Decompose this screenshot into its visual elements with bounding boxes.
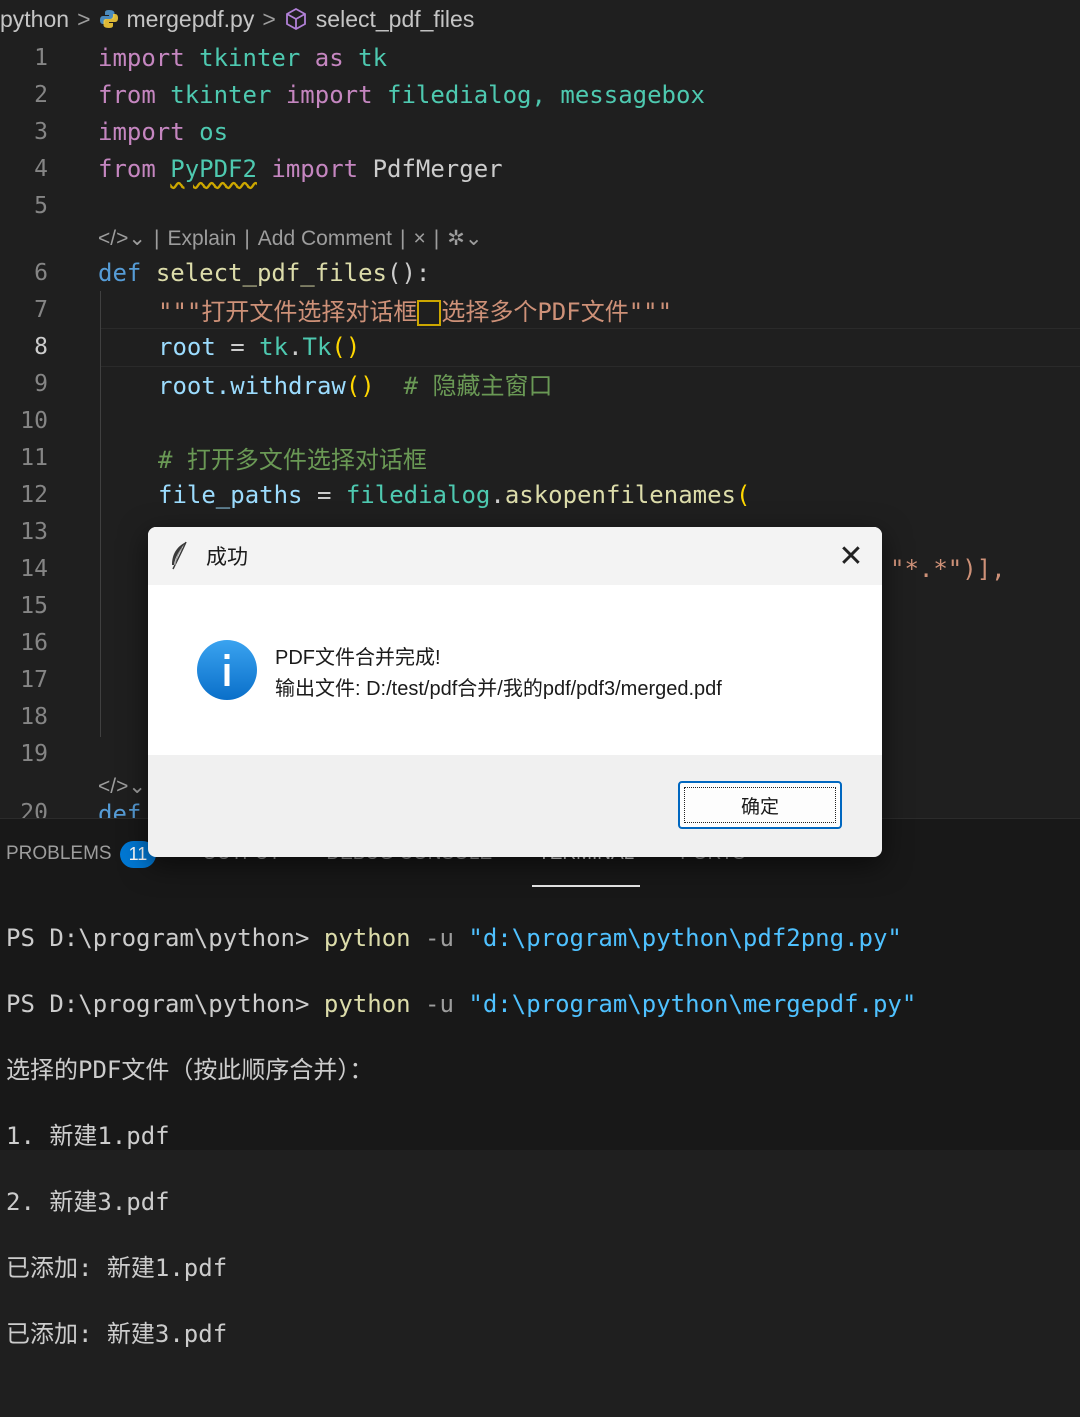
copilot-icon[interactable]: ✲⌄ — [447, 226, 482, 251]
success-dialog: 成功 ✕ PDF文件合并完成! 输出文件: D:/test/pdf合并/我的pd… — [148, 527, 882, 857]
codelens-bar: </>⌄ | Explain | Add Comment | × | ✲⌄ — [98, 226, 483, 251]
codelens-explain[interactable]: Explain — [167, 227, 236, 251]
terminal-line: PS D:\program\python> python -u "d:\prog… — [6, 990, 917, 1018]
breadcrumb-symbol[interactable]: select_pdf_files — [284, 6, 474, 33]
code-line: 6 def select_pdf_files(): — [34, 258, 431, 287]
code-line: 11 # 打开多文件选择对话框 — [20, 444, 427, 475]
code-line: 1 import tkinter as tk — [34, 43, 388, 72]
chevron-right-icon: > — [77, 5, 91, 32]
warning-squiggle: PyPDF2 — [170, 154, 257, 183]
code-line-active: 8 root = tk.Tk() — [34, 332, 361, 361]
bottom-panel: PROBLEMS 11 OUTPUT DEBUG CONSOLE TERMINA… — [0, 818, 1080, 1348]
code-line: 10 — [20, 407, 48, 434]
code-actions-icon[interactable]: </>⌄ — [98, 774, 146, 799]
terminal-line: 1. 新建1.pdf — [6, 1122, 170, 1150]
code-line: 3 import os — [34, 117, 229, 146]
terminal-line: 已添加: 新建3.pdf — [6, 1320, 228, 1348]
dialog-message-path: 输出文件: D:/test/pdf合并/我的pdf/pdf3/merged.pd… — [275, 678, 722, 700]
tab-problems[interactable]: PROBLEMS 11 — [6, 840, 157, 868]
breadcrumb-file[interactable]: mergepdf.py — [99, 6, 254, 33]
codelens-add-comment[interactable]: Add Comment — [258, 227, 392, 251]
code-line: 12 file_paths = filedialog.askopenfilena… — [20, 480, 751, 509]
code-line: 7 """打开文件选择对话框 选择多个PDF文件""" — [34, 296, 673, 326]
dialog-title: 成功 — [206, 546, 248, 569]
close-icon[interactable]: × — [414, 227, 426, 251]
terminal-line: 选择的PDF文件（按此顺序合并）： — [6, 1056, 374, 1084]
terminal-line: 2. 新建3.pdf — [6, 1188, 170, 1216]
close-icon[interactable]: ✕ — [820, 527, 882, 585]
code-line: 4 from PyPDF2 import PdfMerger — [34, 154, 503, 183]
info-icon — [197, 640, 257, 700]
code-line: 2 from tkinter import filedialog, messag… — [34, 80, 705, 109]
text-cursor-highlight — [417, 300, 442, 326]
breadcrumb: python > mergepdf.py > select_pdf_files — [0, 0, 1080, 38]
chevron-right-icon: > — [262, 5, 276, 32]
python-file-icon — [99, 10, 118, 28]
terminal-line: PS D:\program\python> python -u "d:\prog… — [6, 924, 902, 952]
terminal-line: 已添加: 新建1.pdf — [6, 1254, 228, 1282]
ok-button[interactable]: 确定 — [678, 781, 842, 829]
dialog-message: PDF文件合并完成! — [275, 647, 441, 669]
feather-icon — [172, 541, 187, 570]
terminal-output[interactable]: PS D:\program\python> python -u "d:\prog… — [0, 889, 1080, 1417]
code-line: 9 root.withdraw() # 隐藏主窗口 — [34, 370, 553, 401]
method-cube-icon — [285, 7, 306, 31]
dialog-footer: 确定 — [148, 755, 882, 857]
dialog-titlebar[interactable]: 成功 ✕ — [148, 527, 882, 585]
dialog-body: PDF文件合并完成! 输出文件: D:/test/pdf合并/我的pdf/pdf… — [148, 585, 882, 755]
codelens-bar: </>⌄ — [98, 774, 146, 799]
code-actions-icon[interactable]: </>⌄ — [98, 226, 146, 251]
breadcrumb-folder[interactable]: python — [0, 6, 69, 33]
code-line: 5 — [34, 192, 48, 219]
